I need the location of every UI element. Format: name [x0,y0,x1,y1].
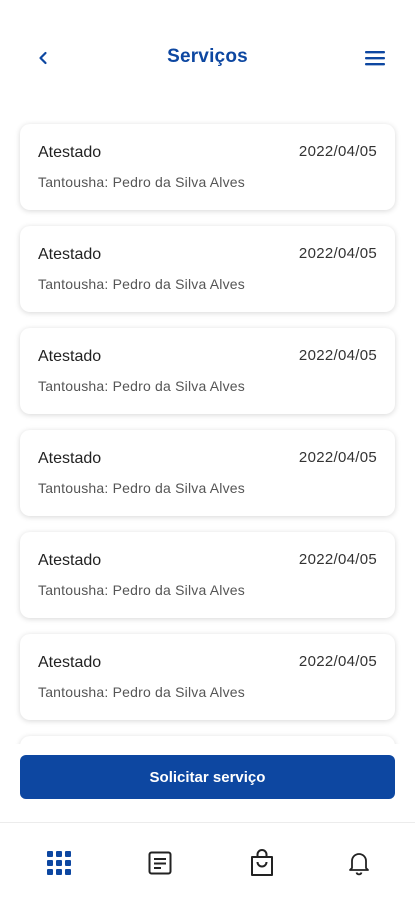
bottom-nav [0,822,415,900]
service-type: Atestado [38,348,102,365]
service-card[interactable]: Atestado 2022/04/05 Tantousha: Pedro da … [20,532,395,618]
service-card-partial[interactable] [20,736,395,744]
service-card[interactable]: Atestado 2022/04/05 Tantousha: Pedro da … [20,328,395,414]
request-service-button[interactable]: Solicitar serviço [20,755,395,799]
hamburger-menu-icon [365,51,385,66]
service-person: Tantousha: Pedro da Silva Alves [38,276,245,292]
nav-item-documents[interactable] [144,847,176,879]
service-date: 2022/04/05 [298,449,377,466]
service-person: Tantousha: Pedro da Silva Alves [38,684,245,700]
service-type: Atestado [38,450,102,467]
service-person: Tantousha: Pedro da Silva Alves [38,378,245,394]
service-date: 2022/04/05 [298,143,377,160]
nav-item-home[interactable] [43,847,75,879]
service-type: Atestado [38,246,102,263]
service-person: Tantousha: Pedro da Silva Alves [38,174,245,190]
shopping-bag-icon [251,849,273,876]
services-list[interactable]: Atestado 2022/04/05 Tantousha: Pedro da … [0,120,415,744]
service-date: 2022/04/05 [298,245,377,262]
service-card[interactable]: Atestado 2022/04/05 Tantousha: Pedro da … [20,226,395,312]
service-date: 2022/04/05 [298,347,377,364]
bell-icon [349,853,369,876]
service-type: Atestado [38,144,102,161]
service-type: Atestado [38,552,102,569]
menu-button[interactable] [363,46,387,70]
page-title: Serviços [167,46,248,67]
service-card[interactable]: Atestado 2022/04/05 Tantousha: Pedro da … [20,430,395,516]
header: Serviços [0,36,415,80]
nav-item-notifications[interactable] [343,847,375,879]
service-date: 2022/04/05 [298,653,377,670]
nav-item-shop[interactable] [246,847,278,879]
service-card[interactable]: Atestado 2022/04/05 Tantousha: Pedro da … [20,124,395,210]
document-icon [148,851,172,875]
list-fade [0,744,415,754]
service-date: 2022/04/05 [298,551,377,568]
services-screen: Serviços Atestado 2022/04/05 Tantousha: … [0,0,415,900]
service-card[interactable]: Atestado 2022/04/05 Tantousha: Pedro da … [20,634,395,720]
service-type: Atestado [38,654,102,671]
grid-icon [47,851,71,875]
service-person: Tantousha: Pedro da Silva Alves [38,480,245,496]
service-person: Tantousha: Pedro da Silva Alves [38,582,245,598]
